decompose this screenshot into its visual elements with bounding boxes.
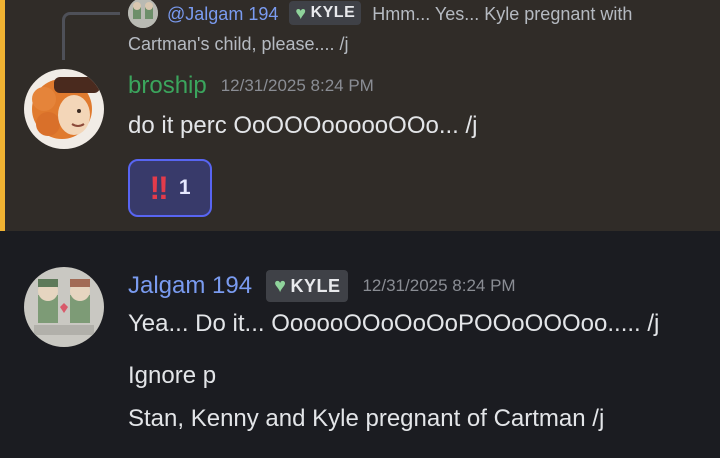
message-header-jalgam: Jalgam 194 ♥ KYLE 12/31/2025 8:24 PM xyxy=(128,270,516,302)
reaction-count: 1 xyxy=(178,176,191,199)
reply-mention[interactable]: @Jalgam 194 xyxy=(167,4,278,24)
reply-connector-line xyxy=(62,12,120,60)
role-tag-label: KYLE xyxy=(290,275,341,296)
broship-avatar[interactable] xyxy=(24,69,104,149)
reply-text-line1[interactable]: Hmm... Yes... Kyle pregnant with xyxy=(372,4,632,24)
role-tag[interactable]: ♥ KYLE xyxy=(266,270,349,302)
double-exclamation-icon: !! xyxy=(149,169,169,206)
message-text-line1: Yea... Do it... OooooOOoOoOoPOOoOOOoo...… xyxy=(128,310,660,337)
reply-role-tag: ♥ KYLE xyxy=(289,1,362,26)
message-text-line3: Stan, Kenny and Kyle pregnant of Cartman… xyxy=(128,405,605,432)
message-text-line2: Ignore p xyxy=(128,362,217,389)
green-heart-icon: ♥ xyxy=(295,3,307,24)
jalgam-avatar[interactable] xyxy=(24,267,104,347)
green-heart-icon: ♥ xyxy=(274,274,287,297)
message-text: do it perc OoOOOoooooOOo... /j xyxy=(128,112,478,139)
message-header-broship: broship 12/31/2025 8:24 PM xyxy=(128,72,374,100)
reaction-button[interactable]: !! 1 xyxy=(128,159,212,217)
timestamp: 12/31/2025 8:24 PM xyxy=(220,76,374,95)
reply-text-line2[interactable]: Cartman's child, please.... /j xyxy=(128,34,349,54)
username-jalgam[interactable]: Jalgam 194 xyxy=(128,272,252,300)
reply-preview[interactable]: @Jalgam 194 ♥ KYLE Hmm... Yes... Kyle pr… xyxy=(128,0,708,58)
username-broship[interactable]: broship xyxy=(128,72,207,100)
timestamp: 12/31/2025 8:24 PM xyxy=(362,276,516,295)
reply-role-label: KYLE xyxy=(310,4,356,22)
reply-avatar[interactable] xyxy=(128,0,158,29)
